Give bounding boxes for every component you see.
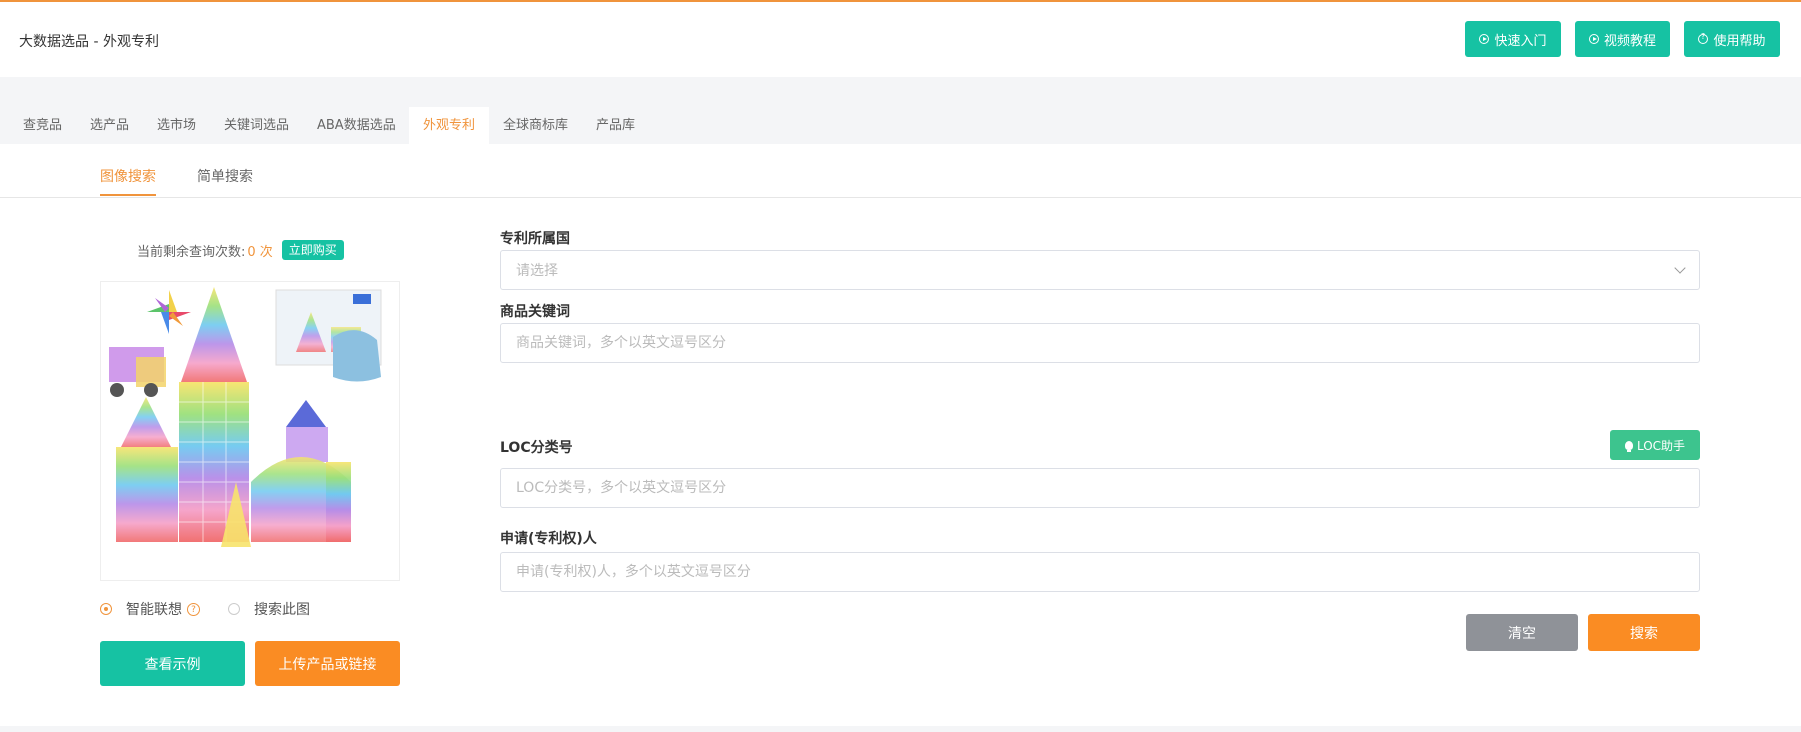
smart-association-radio[interactable]: 智能联想 ?	[100, 599, 200, 619]
quick-start-label: 快速入门	[1494, 33, 1547, 49]
lightbulb-icon	[1624, 440, 1633, 452]
subtab-image-search[interactable]: 图像搜索	[100, 166, 156, 186]
loc-input[interactable]	[500, 468, 1700, 508]
sub-tabs: 图像搜索 简单搜索	[0, 144, 1801, 198]
radio-unselected-icon	[228, 603, 240, 615]
main-tabs: 查竞品 选产品 选市场 关键词选品 ABA数据选品 外观专利 全球商标库 产品库	[0, 107, 1801, 144]
tab-design-patent[interactable]: 外观专利	[409, 107, 489, 144]
quota-count: 0 次	[247, 244, 273, 260]
applicant-label: 申请(专利权)人	[500, 531, 597, 547]
keyword-input[interactable]	[500, 323, 1700, 363]
keyword-label: 商品关键词	[500, 304, 570, 320]
upload-product-button[interactable]: 上传产品或链接	[255, 641, 400, 686]
country-placeholder: 请选择	[516, 263, 558, 279]
quota-label: 当前剩余查询次数:	[137, 244, 246, 260]
active-subtab-indicator	[100, 194, 156, 196]
product-image	[100, 281, 400, 581]
help-label: 使用帮助	[1713, 33, 1766, 49]
tab-competitor[interactable]: 查竞品	[23, 107, 62, 144]
radio-selected-icon	[100, 603, 112, 615]
image-search-options: 智能联想 ? 搜索此图	[100, 599, 310, 619]
loc-helper-button[interactable]: LOC助手	[1610, 430, 1700, 460]
play-circle-icon	[1479, 34, 1490, 44]
magnetic-tiles-image	[101, 282, 399, 580]
quota-row: 当前剩余查询次数: 0 次 立即购买	[137, 240, 344, 260]
search-button[interactable]: 搜索	[1588, 614, 1700, 651]
clear-button[interactable]: 清空	[1466, 614, 1578, 651]
smart-association-label: 智能联想	[126, 602, 182, 618]
tab-trademark[interactable]: 全球商标库	[503, 107, 568, 144]
chevron-down-icon	[1674, 262, 1686, 274]
question-icon[interactable]: ?	[187, 602, 200, 616]
loc-label: LOC分类号	[500, 440, 573, 456]
loc-helper-label: LOC助手	[1636, 438, 1686, 453]
tab-market[interactable]: 选市场	[157, 107, 196, 144]
play-circle-icon	[1588, 34, 1599, 44]
tab-keyword[interactable]: 关键词选品	[224, 107, 289, 144]
quick-start-button[interactable]: 快速入门	[1465, 21, 1561, 57]
country-label: 专利所属国	[500, 231, 570, 247]
video-tutorial-button[interactable]: 视频教程	[1575, 21, 1670, 57]
country-select[interactable]: 请选择	[500, 250, 1700, 290]
subtab-simple-search[interactable]: 简单搜索	[197, 166, 253, 186]
buy-now-button[interactable]: 立即购买	[281, 240, 344, 260]
tab-product-library[interactable]: 产品库	[596, 107, 635, 144]
video-tutorial-label: 视频教程	[1603, 33, 1656, 49]
page-header: 大数据选品 - 外观专利 快速入门 视频教程 使用帮助	[0, 2, 1801, 77]
help-button[interactable]: 使用帮助	[1684, 21, 1780, 57]
view-example-button[interactable]: 查看示例	[100, 641, 245, 686]
question-circle-icon	[1698, 32, 1709, 44]
applicant-input[interactable]	[500, 552, 1700, 592]
content-panel: 图像搜索 简单搜索 当前剩余查询次数: 0 次 立即购买 智能联想 ? 搜索此图…	[0, 144, 1801, 726]
tab-aba[interactable]: ABA数据选品	[317, 107, 396, 144]
search-this-image-radio[interactable]: 搜索此图	[228, 599, 310, 619]
search-this-image-label: 搜索此图	[254, 602, 310, 618]
page-title: 大数据选品 - 外观专利	[19, 34, 159, 50]
tab-products[interactable]: 选产品	[90, 107, 129, 144]
